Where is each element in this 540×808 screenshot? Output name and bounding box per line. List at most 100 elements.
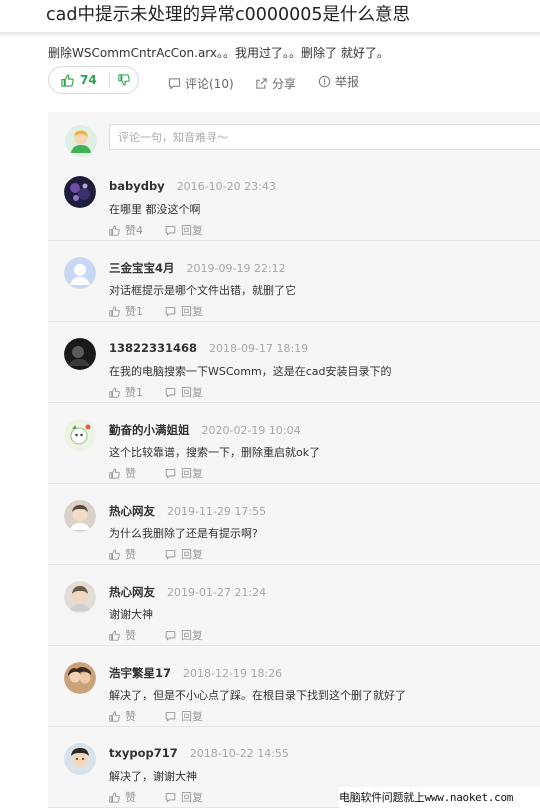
comment-header: 浩宇繁星17 2018-12-19 18:26 (109, 665, 282, 681)
reply-icon (165, 549, 176, 559)
comment-item: 13822331468 2018-09-17 18:19 在我的电脑搜索一下WSC… (48, 322, 540, 403)
comment-author[interactable]: txypop717 (109, 746, 178, 760)
report-action-label: 举报 (335, 75, 360, 89)
like-button[interactable]: 赞 (109, 789, 165, 805)
avatar[interactable] (64, 581, 96, 613)
comment-time: 2020-02-19 10:04 (201, 424, 301, 437)
comment-item: 浩宇繁星17 2018-12-19 18:26 解决了，但是不小心点了踩。在根目录… (48, 646, 540, 727)
reply-icon (165, 630, 176, 640)
reply-button[interactable]: 回复 (165, 708, 203, 724)
reply-label: 回复 (181, 305, 203, 318)
comment-text: 解决了，但是不小心点了踩。在根目录下找到这个删了就好了 (109, 689, 406, 702)
like-button[interactable]: 赞 (109, 708, 165, 724)
header-divider (0, 32, 540, 38)
reply-button[interactable]: 回复 (165, 465, 203, 481)
comment-action-label: 评论(10) (185, 77, 234, 91)
avatar[interactable] (64, 662, 96, 694)
upvote-count: 74 (80, 73, 97, 87)
comment-input[interactable] (109, 124, 540, 150)
avatar-image (64, 743, 96, 775)
reply-label: 回复 (181, 386, 203, 399)
comment-author[interactable]: 浩宇繁星17 (109, 666, 171, 680)
user-avatar (65, 125, 97, 157)
comment-icon (168, 78, 181, 90)
comment-actions: 赞 回复 (109, 789, 203, 805)
avatar-image (64, 500, 96, 532)
comment-time: 2018-09-17 18:19 (209, 342, 309, 355)
comment-actions: 赞4 回复 (109, 222, 203, 238)
comment-header: 三金宝宝4月 2019-09-19 22:12 (109, 260, 286, 276)
comment-item: 热心网友 2019-01-27 21:24 谢谢大神 赞 回复 (48, 565, 540, 646)
like-button[interactable]: 赞 (109, 627, 165, 643)
avatar[interactable] (64, 338, 96, 370)
upvote-button[interactable]: 74 (49, 67, 109, 93)
like-button[interactable]: 赞 (109, 546, 165, 562)
comment-author[interactable]: 勤奋的小满姐姐 (109, 423, 190, 437)
comment-author[interactable]: 热心网友 (109, 504, 155, 518)
comment-item: babydby 2016-10-20 23:43 在哪里 都没这个啊 赞4 回复 (48, 160, 540, 241)
avatar-image (64, 662, 96, 694)
reply-button[interactable]: 回复 (165, 789, 203, 805)
reply-button[interactable]: 回复 (165, 627, 203, 643)
comment-item: 三金宝宝4月 2019-09-19 22:12 对话框提示是哪个文件出错，就删了它… (48, 241, 540, 322)
thumbs-up-icon (61, 74, 74, 87)
site-watermark: 电脑软件问题就上www.naoket.com (339, 787, 540, 808)
comment-author[interactable]: babydby (109, 179, 165, 193)
like-label: 赞4 (125, 224, 143, 237)
reply-label: 回复 (181, 791, 203, 804)
reply-icon (165, 792, 176, 802)
share-action[interactable]: 分享 (255, 75, 296, 92)
avatar-image (64, 257, 96, 289)
like-label: 赞 (125, 467, 136, 480)
page-title: cad中提示未处理的异常c0000005是什么意思 (46, 5, 411, 25)
comment-text: 在我的电脑搜索一下WSComm，这是在cad安装目录下的 (109, 365, 392, 378)
comment-text: 谢谢大神 (109, 608, 153, 621)
avatar[interactable] (64, 743, 96, 775)
avatar-image (64, 581, 96, 613)
avatar[interactable] (64, 419, 96, 451)
comment-header: 13822331468 2018-09-17 18:19 (109, 341, 308, 355)
reply-button[interactable]: 回复 (165, 303, 203, 319)
reply-label: 回复 (181, 224, 203, 237)
avatar[interactable] (64, 257, 96, 289)
reply-icon (165, 711, 176, 721)
comment-header: 勤奋的小满姐姐 2020-02-19 10:04 (109, 422, 301, 438)
like-button[interactable]: 赞 (109, 465, 165, 481)
comment-text: 解决了，谢谢大神 (109, 770, 197, 783)
comment-item: 热心网友 2019-11-29 17:55 为什么我删除了还是有提示啊? 赞 回复 (48, 484, 540, 565)
user-avatar-icon (65, 125, 97, 157)
comment-time: 2018-12-19 18:26 (183, 667, 283, 680)
thumbs-up-icon (109, 548, 120, 560)
reply-icon (165, 225, 176, 235)
reply-button[interactable]: 回复 (165, 384, 203, 400)
comment-item: 勤奋的小满姐姐 2020-02-19 10:04 这个比较靠谱，搜索一下，删除重启… (48, 403, 540, 484)
comment-author[interactable]: 三金宝宝4月 (109, 261, 175, 275)
comment-input-row (48, 112, 540, 160)
answer-text: 删除WSCommCntrAcCon.arx。。我用过了。。删除了 就好了。 (48, 46, 389, 60)
comment-time: 2018-10-22 14:55 (189, 747, 289, 760)
reply-icon (165, 468, 176, 478)
comment-text: 为什么我删除了还是有提示啊? (109, 527, 258, 540)
comment-author[interactable]: 热心网友 (109, 585, 155, 599)
share-action-label: 分享 (272, 77, 297, 91)
downvote-button[interactable] (110, 67, 138, 93)
reply-label: 回复 (181, 548, 203, 561)
like-label: 赞1 (125, 305, 143, 318)
comment-action[interactable]: 评论(10) (168, 75, 234, 92)
like-button[interactable]: 赞1 (109, 384, 165, 400)
thumbs-up-icon (109, 386, 120, 398)
like-label: 赞 (125, 710, 136, 723)
comment-actions: 赞 回复 (109, 546, 203, 562)
comment-list: babydby 2016-10-20 23:43 在哪里 都没这个啊 赞4 回复 (48, 160, 540, 808)
like-button[interactable]: 赞4 (109, 222, 165, 238)
thumbs-up-icon (109, 710, 120, 722)
avatar[interactable] (64, 500, 96, 532)
comment-author[interactable]: 13822331468 (109, 341, 197, 355)
reply-button[interactable]: 回复 (165, 546, 203, 562)
avatar[interactable] (64, 176, 96, 208)
like-button[interactable]: 赞1 (109, 303, 165, 319)
reply-button[interactable]: 回复 (165, 222, 203, 238)
report-action[interactable]: 举报 (318, 73, 359, 90)
comment-time: 2019-11-29 17:55 (167, 505, 267, 518)
thumbs-up-icon (109, 629, 120, 641)
